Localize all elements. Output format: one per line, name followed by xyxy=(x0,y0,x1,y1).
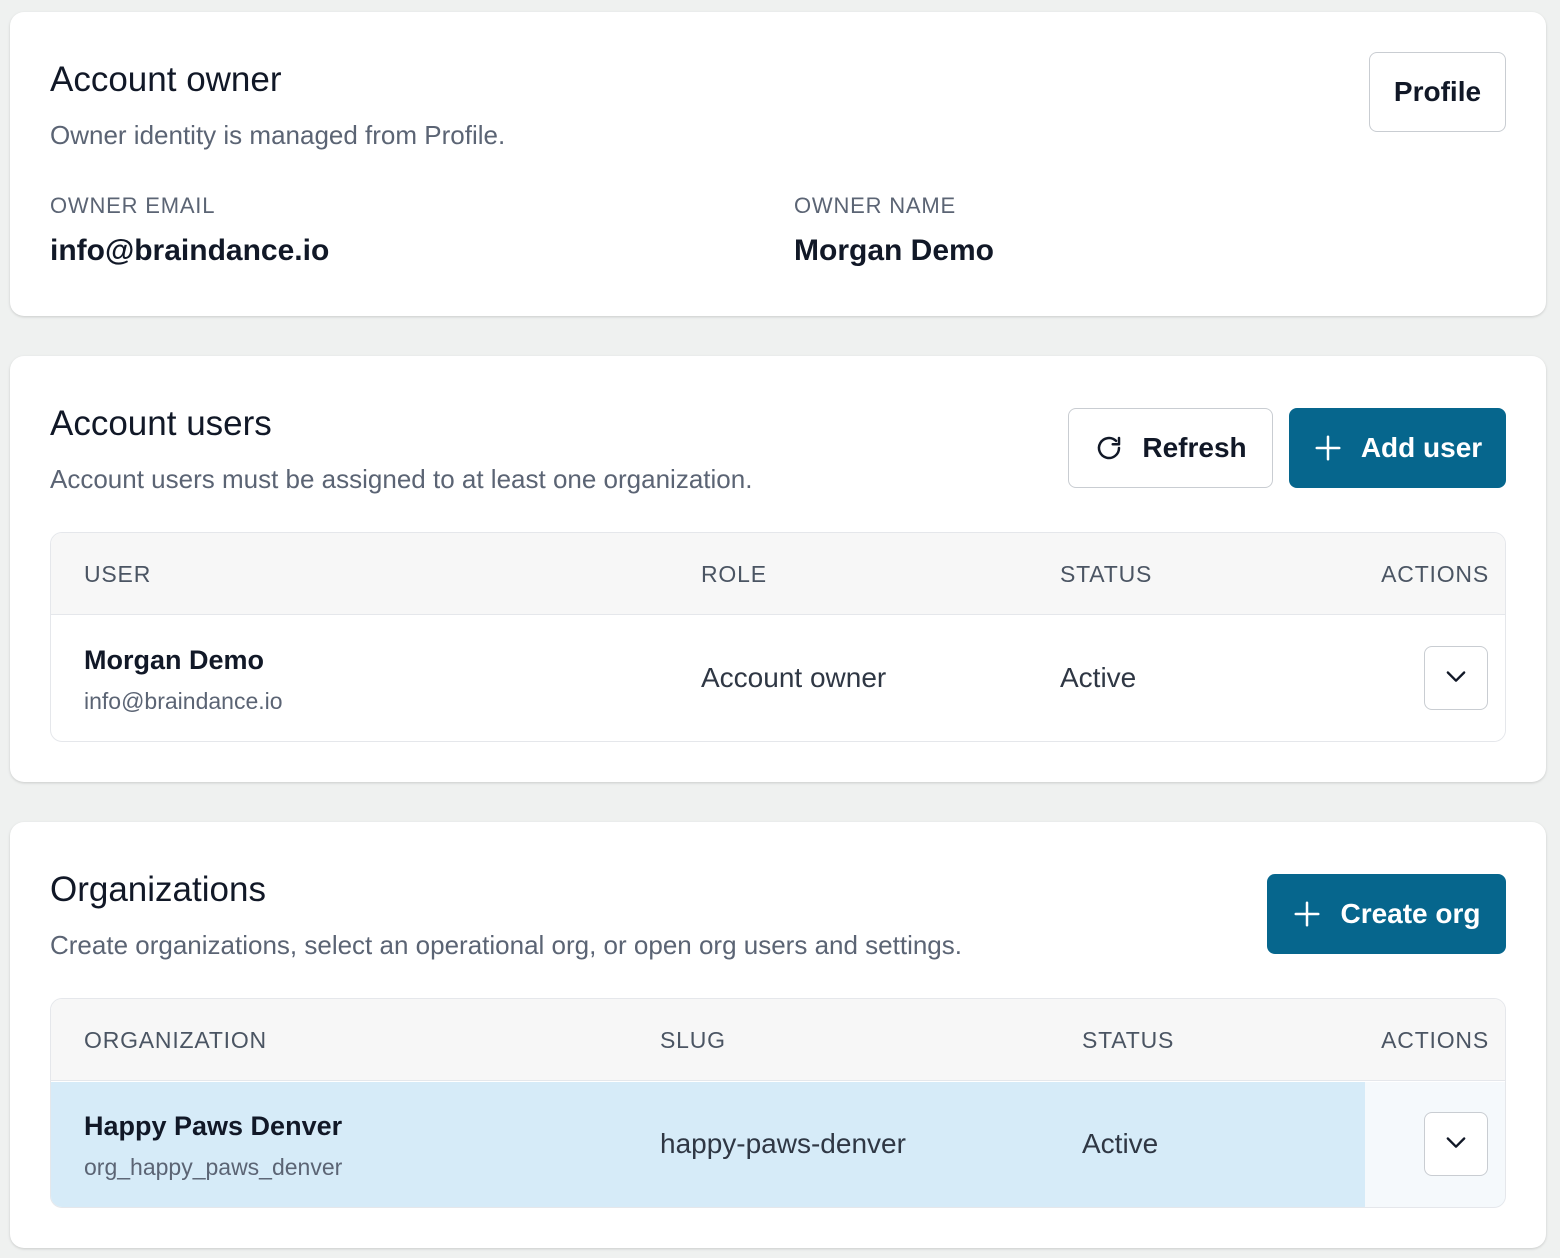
account-owner-description: Owner identity is managed from Profile. xyxy=(50,120,506,150)
org-name: Happy Paws Denver xyxy=(84,1111,343,1141)
account-owner-card: Account owner Owner identity is managed … xyxy=(10,12,1546,316)
refresh-button[interactable]: Refresh xyxy=(1068,408,1273,488)
column-header-actions: ACTIONS xyxy=(1381,1027,1489,1053)
chevron-down-icon xyxy=(1442,662,1470,695)
column-header-actions: ACTIONS xyxy=(1381,561,1489,587)
org-actions-dropdown-button[interactable] xyxy=(1424,1112,1488,1176)
column-header-slug: SLUG xyxy=(660,1027,726,1053)
organizations-title: Organizations xyxy=(50,870,266,909)
refresh-button-label: Refresh xyxy=(1142,432,1247,463)
org-status: Active xyxy=(1082,1128,1159,1159)
refresh-icon xyxy=(1094,433,1124,463)
column-header-user: USER xyxy=(84,561,152,587)
profile-button[interactable]: Profile xyxy=(1369,52,1506,132)
add-user-button[interactable]: Add user xyxy=(1289,408,1506,488)
create-org-button[interactable]: Create org xyxy=(1267,874,1506,954)
table-row: Morgan Demo info@braindance.io Account o… xyxy=(51,616,1505,741)
create-org-button-label: Create org xyxy=(1340,898,1481,929)
account-users-description: Account users must be assigned to at lea… xyxy=(50,464,753,494)
user-status: Active xyxy=(1060,662,1137,693)
column-header-status: STATUS xyxy=(1060,561,1153,587)
account-owner-title: Account owner xyxy=(50,60,282,99)
organizations-description: Create organizations, select an operatio… xyxy=(50,930,962,960)
owner-email-value: info@braindance.io xyxy=(50,234,330,267)
column-header-role: ROLE xyxy=(701,561,767,587)
account-users-card: Account users Account users must be assi… xyxy=(10,356,1546,782)
org-slug: happy-paws-denver xyxy=(660,1128,906,1159)
table-header: ORGANIZATION SLUG STATUS ACTIONS xyxy=(51,999,1505,1081)
account-users-title: Account users xyxy=(50,404,272,443)
plus-icon xyxy=(1292,899,1322,929)
column-header-status: STATUS xyxy=(1082,1027,1175,1053)
user-email: info@braindance.io xyxy=(84,688,283,714)
user-name: Morgan Demo xyxy=(84,645,265,675)
column-header-organization: ORGANIZATION xyxy=(84,1027,267,1053)
organizations-table: ORGANIZATION SLUG STATUS ACTIONS Happy P… xyxy=(50,998,1506,1208)
chevron-down-icon xyxy=(1442,1128,1470,1161)
org-id: org_happy_paws_denver xyxy=(84,1154,343,1180)
table-row-selected[interactable]: Happy Paws Denver org_happy_paws_denver … xyxy=(51,1082,1505,1207)
table-header: USER ROLE STATUS ACTIONS xyxy=(51,533,1505,615)
owner-name-value: Morgan Demo xyxy=(794,234,995,267)
account-users-table: USER ROLE STATUS ACTIONS Morgan Demo inf… xyxy=(50,532,1506,742)
user-actions-dropdown-button[interactable] xyxy=(1424,646,1488,710)
user-role: Account owner xyxy=(701,662,887,693)
owner-name-label: OWNER NAME xyxy=(794,193,956,218)
owner-email-label: OWNER EMAIL xyxy=(50,193,216,218)
organizations-card: Organizations Create organizations, sele… xyxy=(10,822,1546,1248)
plus-icon xyxy=(1313,433,1343,463)
add-user-button-label: Add user xyxy=(1360,432,1483,463)
